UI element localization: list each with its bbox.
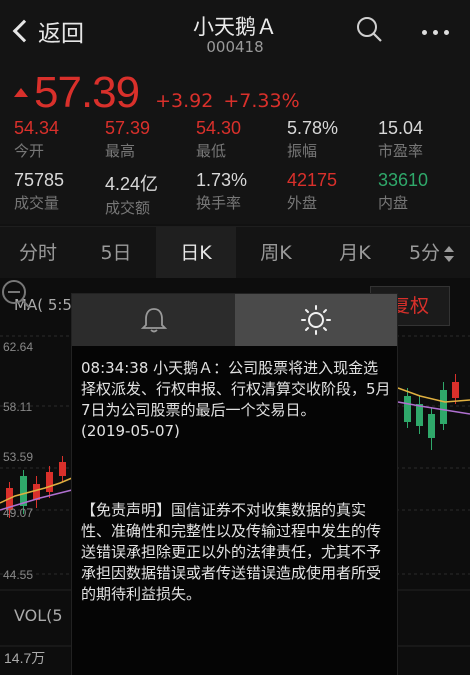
stat-label: 最低: [196, 142, 227, 160]
top-bar: 返回 小天鹅Ａ 000418: [0, 0, 470, 62]
stat-value: 42175: [287, 170, 338, 190]
tab-intraday[interactable]: 分时: [0, 227, 76, 279]
y-axis-label: 44.55: [3, 568, 34, 582]
stat-value: 54.30: [196, 118, 242, 138]
tab-monthly-k[interactable]: 月K: [316, 227, 394, 279]
tab-alerts[interactable]: [72, 294, 235, 346]
sun-icon: [301, 305, 331, 335]
stat-value: 75785: [14, 170, 65, 190]
stat-value: 57.39: [105, 118, 151, 138]
notice-body: 08:34:38 小天鹅Ａ：公司股票将进入现金选择权派发、行权申报、行权清算交收…: [81, 358, 391, 605]
tab-daily-k[interactable]: 日K: [156, 227, 236, 279]
stat-label: 最高: [105, 142, 136, 160]
stat-label: 成交量: [14, 194, 60, 212]
tab-5day[interactable]: 5日: [76, 227, 156, 279]
sort-icon: [444, 245, 455, 262]
y-axis-label: 53.59: [3, 450, 34, 464]
stat-value: 54.34: [14, 118, 60, 138]
more-icon[interactable]: [422, 30, 449, 35]
stat-label: 今开: [14, 142, 45, 160]
stat-label: 外盘: [287, 194, 318, 212]
stat-amplitude: 5.78% 振幅: [287, 118, 338, 161]
stat-turnover-rate: 1.73% 换手率: [196, 170, 247, 213]
stat-label: 市盈率: [378, 142, 424, 160]
stat-volume: 75785 成交量: [14, 170, 64, 213]
stat-label: 振幅: [287, 142, 318, 160]
notice-text: 08:34:38 小天鹅Ａ：公司股票将进入现金选择权派发、行权申报、行权清算交收…: [81, 359, 391, 419]
y-axis-label: 62.64: [3, 340, 34, 354]
stat-high: 57.39 最高: [105, 118, 150, 161]
y-axis-label: 58.11: [3, 400, 33, 414]
tab-5min[interactable]: 5分: [394, 227, 470, 279]
y-axis-label: 49.07: [3, 506, 34, 520]
quote-panel: 57.39 +3.92 +7.33% 54.34 今开 57.39 最高 54.…: [0, 62, 470, 224]
stat-label: 成交额: [105, 199, 151, 217]
price-change: +3.92: [155, 90, 214, 112]
stat-low: 54.30 最低: [196, 118, 241, 161]
notice-popup: 08:34:38 小天鹅Ａ：公司股票将进入现金选择权派发、行权申报、行权清算交收…: [72, 294, 397, 675]
stat-label: 内盘: [378, 194, 409, 212]
search-icon[interactable]: [356, 16, 382, 42]
bell-icon: [140, 308, 167, 333]
volume-max-value: 14.7万: [4, 650, 46, 666]
stat-outer-volume: 42175 外盘: [287, 170, 337, 213]
tab-day-mode[interactable]: [235, 294, 397, 346]
tab-5min-label: 5分: [408, 242, 441, 264]
stat-value: 5.78%: [287, 118, 339, 138]
stat-turnover: 4.24亿 成交额: [105, 170, 158, 218]
tab-weekly-k[interactable]: 周K: [236, 227, 316, 279]
stat-open: 54.34 今开: [14, 118, 59, 161]
notice-disclaimer: 【免责声明】国信证券不对收集数据的真实性、准确性和完整性以及传输过程中发生的传送…: [81, 501, 382, 603]
zoom-out-icon[interactable]: [0, 278, 32, 310]
notice-date: (2019-05-07): [81, 422, 180, 440]
notice-tabs: [72, 294, 397, 346]
stat-value: 4.24亿: [105, 174, 159, 194]
candles-right: [397, 374, 470, 450]
stat-value: 15.04: [378, 118, 424, 138]
price-change-pct: +7.33%: [223, 90, 300, 112]
volume-indicator-label: VOL(5: [14, 606, 63, 625]
last-price: 57.39: [34, 68, 140, 117]
stock-code: 000418: [206, 38, 264, 56]
stat-label: 换手率: [196, 194, 242, 212]
period-tabs: 分时 5日 日K 周K 月K 5分: [0, 226, 470, 279]
price-row: 57.39 +3.92 +7.33%: [14, 68, 300, 118]
up-arrow-icon: [14, 88, 28, 97]
stat-inner-volume: 33610 内盘: [378, 170, 428, 213]
stat-value: 33610: [378, 170, 429, 190]
stock-name: 小天鹅Ａ: [193, 15, 277, 39]
stat-value: 1.73%: [196, 170, 248, 190]
stat-pe: 15.04 市盈率: [378, 118, 423, 161]
